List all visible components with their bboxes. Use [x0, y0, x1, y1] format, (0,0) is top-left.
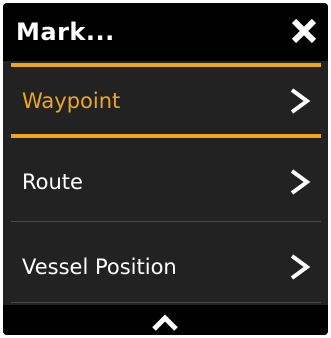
chevron-right-icon: [289, 168, 311, 196]
menu-item-label: Waypoint: [22, 89, 121, 113]
mark-dialog: Mark... Waypoint Route Vessel Position: [3, 3, 328, 335]
chevron-right-icon: [289, 253, 311, 281]
menu-item-route[interactable]: Route: [3, 138, 328, 221]
menu-item-label: Route: [22, 170, 83, 194]
close-button[interactable]: [291, 18, 317, 44]
dialog-footer: [3, 305, 328, 335]
dialog-title: Mark...: [16, 18, 115, 46]
menu-item-vessel-position[interactable]: Vessel Position: [3, 222, 328, 302]
dialog-header: Mark...: [3, 3, 328, 61]
menu-item-waypoint[interactable]: Waypoint: [3, 67, 328, 134]
scroll-up-button[interactable]: [150, 314, 180, 332]
divider: [11, 302, 321, 303]
chevron-right-icon: [289, 87, 311, 115]
chevron-up-icon: [152, 314, 178, 331]
menu-item-label: Vessel Position: [22, 255, 177, 279]
close-icon: [291, 18, 317, 44]
